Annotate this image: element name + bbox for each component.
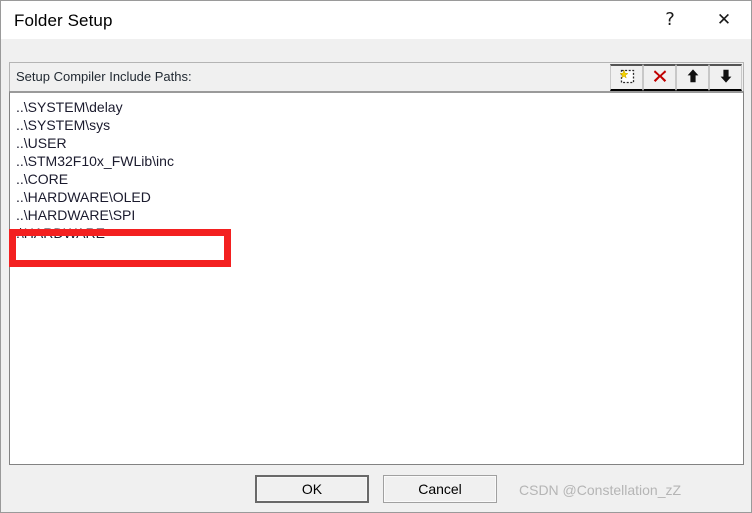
close-button[interactable]: ✕ [697, 1, 751, 39]
delete-x-icon [651, 67, 669, 88]
list-item[interactable]: .\HARDWARE [10, 224, 743, 242]
close-icon: ✕ [716, 9, 732, 30]
include-paths-header: Setup Compiler Include Paths: [9, 62, 744, 91]
list-item[interactable]: ..\HARDWARE\OLED [10, 188, 743, 206]
delete-path-button[interactable] [643, 64, 676, 91]
title-bar: Folder Setup ? ✕ [1, 1, 751, 39]
list-item[interactable]: ..\STM32F10x_FWLib\inc [10, 152, 743, 170]
cancel-button[interactable]: Cancel [383, 475, 497, 503]
dialog-footer: OK Cancel CSDN @Constellation_zZ [1, 465, 751, 512]
include-paths-label: Setup Compiler Include Paths: [16, 69, 192, 84]
question-mark-icon: ? [665, 9, 675, 30]
include-paths-list-items: ..\SYSTEM\delay ..\SYSTEM\sys ..\USER ..… [10, 98, 743, 242]
cancel-button-label: Cancel [418, 481, 462, 497]
new-item-icon [618, 67, 636, 88]
list-item[interactable]: ..\USER [10, 134, 743, 152]
list-item[interactable]: ..\HARDWARE\SPI [10, 206, 743, 224]
move-down-button[interactable] [709, 64, 742, 91]
watermark-text: CSDN @Constellation_zZ [519, 482, 682, 498]
list-item[interactable]: ..\SYSTEM\sys [10, 116, 743, 134]
ok-button[interactable]: OK [255, 475, 369, 503]
help-button[interactable]: ? [643, 1, 697, 39]
new-path-button[interactable] [610, 64, 643, 91]
arrow-down-icon [717, 67, 735, 88]
ok-button-label: OK [301, 481, 323, 497]
title-bar-buttons: ? ✕ [643, 1, 751, 39]
arrow-up-icon [684, 67, 702, 88]
move-up-button[interactable] [676, 64, 709, 91]
folder-setup-dialog: Folder Setup ? ✕ Setup Compiler Include … [0, 0, 752, 513]
include-paths-list[interactable]: ..\SYSTEM\delay ..\SYSTEM\sys ..\USER ..… [9, 91, 744, 465]
window-title: Folder Setup [14, 10, 113, 30]
path-list-toolbar [610, 64, 742, 91]
list-item[interactable]: ..\CORE [10, 170, 743, 188]
list-item[interactable]: ..\SYSTEM\delay [10, 98, 743, 116]
